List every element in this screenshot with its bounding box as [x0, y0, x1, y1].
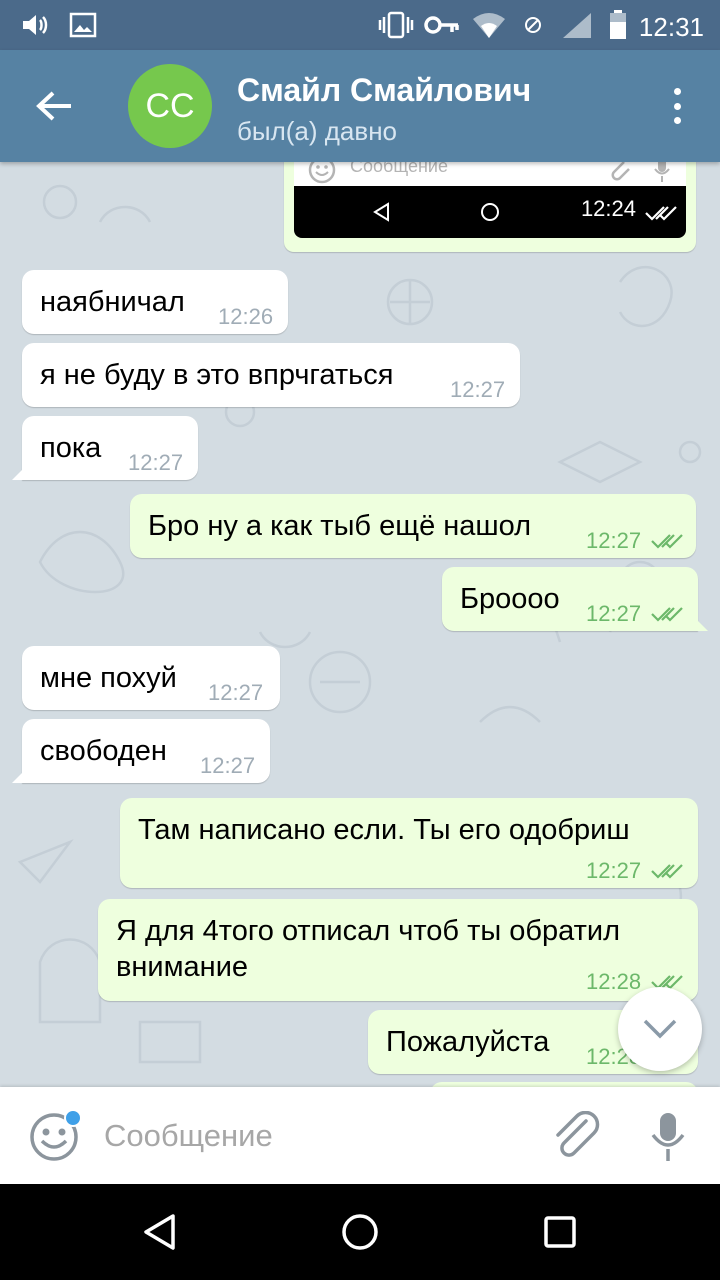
status-time: 12:31 — [638, 12, 704, 42]
message-text: свободен — [40, 735, 167, 767]
contact-name[interactable]: Смайл Смайлович — [237, 72, 531, 109]
message-text: наябничал — [40, 286, 185, 318]
message-text: мне похуй — [40, 662, 177, 694]
nav-recents-icon — [544, 1216, 576, 1248]
image-message[interactable]: Сообщение 12:24 — [284, 162, 696, 252]
image-message-time: 12:24 — [580, 196, 636, 221]
scroll-down-button[interactable] — [618, 987, 702, 1071]
message-incoming[interactable]: мне похуй 12:27 — [22, 646, 280, 710]
message-text: Броооо — [460, 583, 560, 615]
microphone-button[interactable] — [648, 1111, 688, 1163]
no-sim-icon — [518, 10, 548, 40]
message-text: пока — [40, 432, 102, 464]
message-outgoing[interactable]: Бро ну а как тыб ещё нашол 12:27 — [130, 494, 696, 558]
menu-dot-icon — [673, 117, 681, 124]
read-checks-icon — [651, 607, 683, 622]
read-checks-icon — [651, 534, 683, 549]
inner-emoji-icon — [308, 162, 336, 184]
message-text-line-2: внимание — [116, 951, 249, 983]
volume-icon — [18, 10, 54, 40]
message-time: 12:27 — [586, 858, 642, 883]
nav-recents-button[interactable] — [536, 1208, 584, 1256]
nav-home-button[interactable] — [336, 1208, 384, 1256]
inner-home-icon — [481, 203, 499, 221]
message-text: Бро ну а как тыб ещё нашол — [148, 510, 532, 542]
emoji-notification-dot — [64, 1109, 82, 1127]
vibrate-icon — [378, 10, 414, 40]
message-outgoing[interactable]: Я для 4того отписал чтоб ты обратил вним… — [98, 899, 698, 1001]
message-time: 12:27 — [208, 680, 264, 705]
signal-icon — [560, 10, 594, 40]
message-composer — [0, 1087, 720, 1184]
menu-dot-icon — [673, 88, 681, 95]
message-input[interactable] — [104, 1113, 524, 1159]
inner-placeholder: Сообщение — [350, 162, 448, 176]
contact-status: был(а) давно — [237, 116, 398, 146]
image-icon — [66, 10, 100, 40]
avatar[interactable]: CC — [128, 64, 212, 148]
nav-home-icon — [342, 1214, 378, 1250]
nav-back-icon — [144, 1214, 175, 1250]
message-outgoing[interactable]: Там написано если. Ты его одобриш 12:27 — [120, 798, 698, 888]
back-arrow-icon — [36, 91, 71, 121]
key-icon — [424, 10, 460, 40]
message-text-line-1: Я для 4того отписал чтоб ты обратил — [116, 915, 621, 947]
back-button[interactable] — [24, 78, 84, 134]
inner-back-icon — [373, 202, 389, 222]
attach-button[interactable] — [550, 1110, 602, 1163]
message-text: Там написано если. Ты его одобриш — [138, 814, 630, 846]
message-time: 12:27 — [586, 528, 642, 553]
read-checks-icon — [645, 206, 677, 221]
message-incoming[interactable]: я не буду в это впрчгаться 12:27 — [22, 343, 520, 407]
bubble-tail — [694, 617, 708, 631]
message-time: 12:27 — [450, 377, 506, 402]
chevron-down-icon — [643, 1019, 677, 1039]
menu-dot-icon — [673, 102, 681, 110]
inner-nav-preview: 12:24 — [294, 186, 686, 238]
inner-input-preview: Сообщение — [294, 162, 686, 188]
wifi-icon — [470, 10, 508, 40]
message-incoming[interactable]: наябничал 12:26 — [22, 270, 288, 334]
bubble-tail — [12, 769, 26, 783]
message-time: 12:27 — [586, 601, 642, 626]
chat-header: CC Смайл Смайлович был(а) давно — [0, 50, 720, 162]
bubble-tail — [12, 466, 26, 480]
message-text: Пожалуйста — [386, 1026, 550, 1058]
message-outgoing[interactable]: Броооо 12:27 — [442, 567, 708, 631]
message-text: я не буду в это впрчгаться — [40, 359, 394, 391]
inner-mic-icon — [654, 162, 670, 182]
battery-icon — [606, 10, 630, 40]
message-time: 12:27 — [200, 753, 256, 778]
message-time: 12:27 — [128, 450, 184, 475]
message-time: 12:28 — [586, 969, 642, 994]
message-time: 12:26 — [218, 304, 274, 329]
system-navigation-bar — [0, 1184, 720, 1280]
message-list[interactable]: Сообщение 12:24 наябничал 12:26 я не буд… — [0, 162, 720, 1087]
microphone-icon — [651, 1113, 685, 1161]
status-bar: 12:31 — [0, 0, 720, 50]
paperclip-icon — [556, 1110, 600, 1157]
nav-back-button[interactable] — [136, 1208, 184, 1256]
read-checks-icon — [651, 864, 683, 879]
inner-attach-icon — [611, 162, 630, 181]
message-incoming[interactable]: пока 12:27 — [12, 416, 198, 480]
more-menu-button[interactable] — [662, 84, 692, 128]
message-incoming[interactable]: свободен 12:27 — [12, 719, 270, 783]
